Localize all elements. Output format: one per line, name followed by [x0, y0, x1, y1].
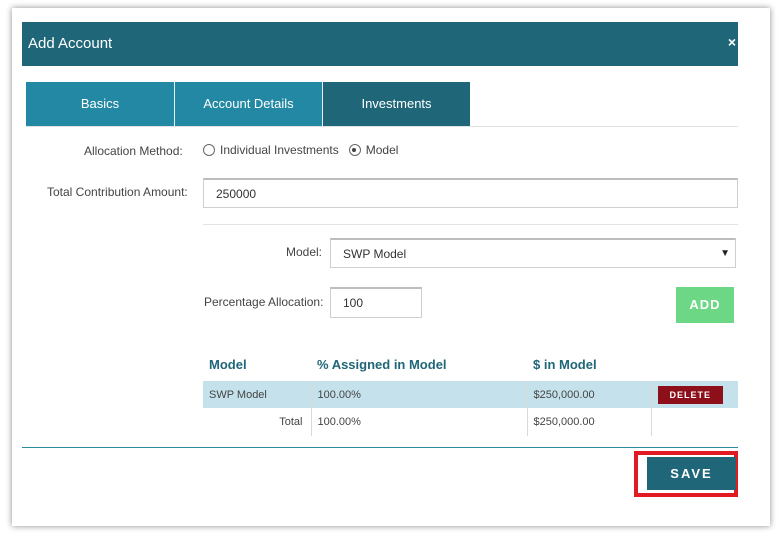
total-amount: $250,000.00	[527, 408, 652, 436]
cell-model: SWP Model	[203, 381, 312, 408]
percentage-allocation-input[interactable]: 100	[330, 287, 422, 318]
percentage-allocation-label: Percentage Allocation:	[204, 295, 324, 309]
radio-individual-investments[interactable]: Individual Investments	[203, 143, 339, 157]
radio-model-label: Model	[365, 143, 399, 157]
total-contribution-value: 250000	[216, 186, 257, 201]
total-label: Total	[203, 408, 312, 436]
tab-basics[interactable]: Basics	[26, 82, 175, 126]
tab-investments[interactable]: Investments	[323, 82, 470, 126]
add-button[interactable]: ADD	[676, 287, 734, 323]
radio-checked-icon	[348, 144, 361, 156]
table-total-row: Total 100.00% $250,000.00	[203, 408, 738, 436]
close-icon[interactable]: ×	[728, 22, 736, 62]
allocation-method-radio-group: Individual Investments Model	[203, 140, 408, 160]
column-header-model: Model	[209, 356, 247, 372]
total-percent: 100.00%	[311, 408, 528, 436]
radio-unchecked-icon	[203, 144, 215, 156]
radio-model[interactable]: Model	[348, 143, 399, 157]
dropdown-arrow-icon: ▼	[720, 248, 730, 259]
percentage-allocation-value: 100	[343, 296, 364, 310]
allocation-method-label: Allocation Method:	[84, 144, 183, 158]
tab-divider	[26, 126, 738, 127]
cell-action: DELETE	[651, 381, 738, 408]
column-header-percent: % Assigned in Model	[317, 356, 447, 372]
column-header-amount: $ in Model	[533, 356, 597, 372]
dialog-title: Add Account	[28, 35, 113, 52]
tab-bar: Basics Account Details Investments	[26, 82, 470, 126]
delete-button[interactable]: DELETE	[657, 385, 724, 404]
total-contribution-label: Total Contribution Amount:	[47, 185, 188, 199]
dialog-title-bar: Add Account ×	[22, 22, 738, 66]
cell-percent: 100.00%	[311, 381, 528, 408]
column-header-action	[651, 347, 738, 381]
model-label: Model:	[286, 245, 323, 259]
radio-individual-investments-label: Individual Investments	[220, 143, 339, 157]
save-button[interactable]: SAVE	[647, 457, 736, 490]
model-select-value: SWP Model	[343, 246, 407, 261]
total-contribution-input[interactable]: 250000	[203, 178, 738, 208]
model-select[interactable]: SWP Model ▼	[330, 238, 736, 268]
section-divider	[203, 224, 738, 225]
table-header-row: Model % Assigned in Model $ in Model	[203, 347, 738, 381]
total-action-empty	[651, 408, 738, 436]
tab-account-details[interactable]: Account Details	[175, 82, 323, 126]
cell-amount: $250,000.00	[527, 381, 652, 408]
allocation-table: Model % Assigned in Model $ in Model SWP…	[203, 347, 738, 436]
table-row: SWP Model 100.00% $250,000.00 DELETE	[203, 381, 738, 408]
footer-divider	[22, 447, 738, 448]
